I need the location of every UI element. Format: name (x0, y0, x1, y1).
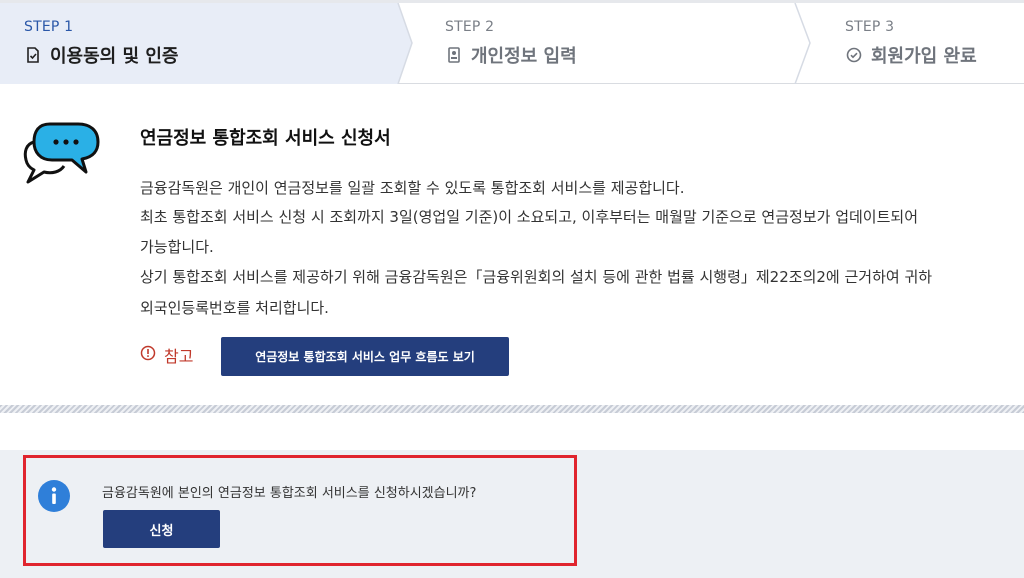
info-icon (38, 480, 70, 516)
check-circle-icon (845, 46, 863, 64)
chat-bubble-icon (20, 120, 106, 190)
step-2-number: STEP 2 (445, 19, 495, 35)
document-check-icon (24, 46, 42, 64)
step-2-title-row: 개인정보 입력 (445, 42, 577, 68)
alert-circle-icon (140, 345, 156, 365)
step-3-title-row: 회원가입 완료 (845, 42, 977, 68)
apply-button[interactable]: 신청 (103, 510, 220, 548)
description-line-5: 외국인등록번호를 처리합니다. (140, 299, 329, 317)
view-flowchart-button[interactable]: 연금정보 통합조회 서비스 업무 흐름도 보기 (221, 337, 509, 376)
id-card-icon (445, 46, 463, 64)
step-3: STEP 3 회원가입 완료 (845, 19, 977, 79)
step-progress-bar: STEP 1 이용동의 및 인증 STEP 2 개인정보 입력 STEP 3 회… (0, 0, 1024, 84)
description-line-1: 금융감독원은 개인이 연금정보를 일괄 조회할 수 있도록 통합조회 서비스를 … (140, 179, 685, 197)
step-1-title: 이용동의 및 인증 (50, 46, 179, 67)
description-line-3: 가능합니다. (140, 238, 214, 256)
step-2: STEP 2 개인정보 입력 (445, 19, 577, 79)
reference-note: 참고 (140, 343, 193, 367)
step-1-number: STEP 1 (24, 19, 74, 35)
step-3-title: 회원가입 완료 (871, 46, 977, 67)
apply-question: 금융감독원에 본인의 연금정보 통합조회 서비스를 신청하시겠습니까? (102, 486, 477, 501)
description-line-4: 상기 통합조회 서비스를 제공하기 위해 금융감독원은「금융위원회의 설치 등에… (140, 268, 933, 286)
description-line-2: 최초 통합조회 서비스 신청 시 조회까지 3일(영업일 기준)이 소요되고, … (140, 208, 919, 226)
step-1-title-row: 이용동의 및 인증 (24, 42, 178, 68)
service-title: 연금정보 통합조회 서비스 신청서 (140, 128, 391, 149)
step-1: STEP 1 이용동의 및 인증 (24, 19, 178, 79)
step-3-number: STEP 3 (845, 19, 895, 35)
reference-label: 참고 (164, 347, 194, 366)
step-2-title: 개인정보 입력 (471, 46, 577, 67)
section-divider (0, 405, 1024, 413)
